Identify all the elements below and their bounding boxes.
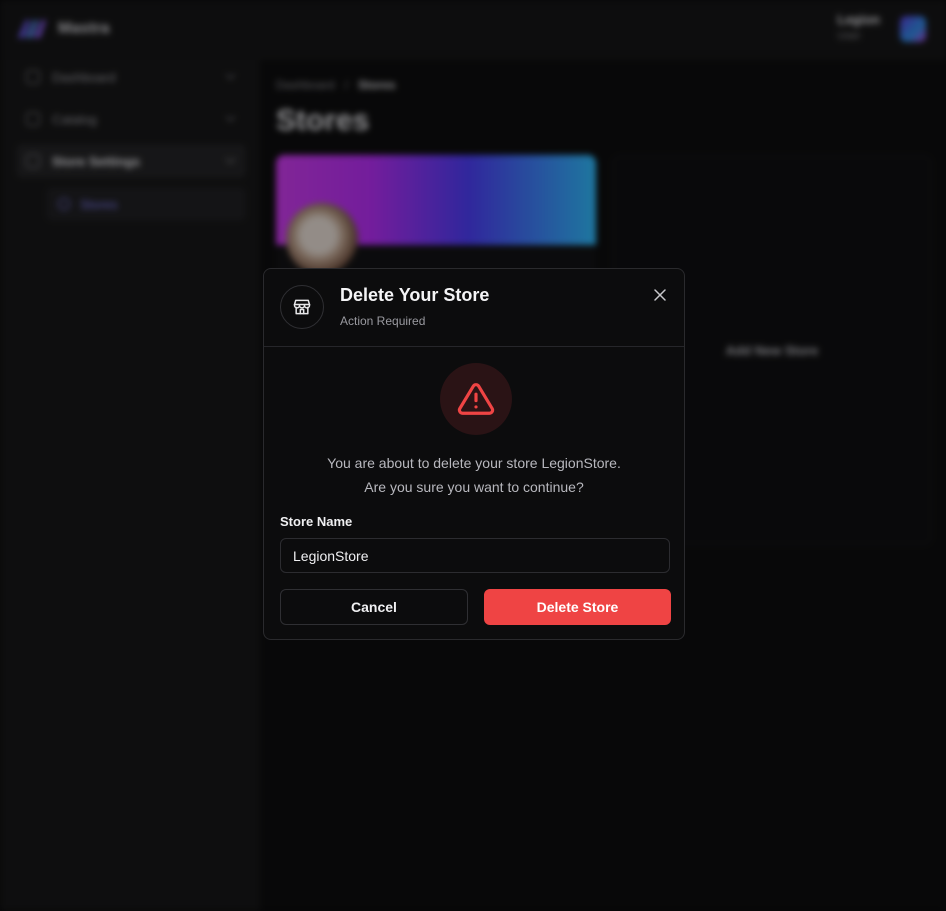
alert-triangle-icon [457,383,495,415]
close-button[interactable] [650,285,670,305]
warning-message-line1: You are about to delete your store Legio… [327,455,621,471]
dialog-title: Delete Your Store [340,285,490,305]
close-icon [654,289,666,301]
dialog-subtitle: Action Required [340,314,426,328]
cancel-button[interactable]: Cancel [280,589,468,625]
dialog-header: Delete Your Store Action Required [264,269,684,347]
store-name-label: Store Name [280,514,353,529]
warning-badge [440,363,512,435]
delete-store-button[interactable]: Delete Store [484,589,671,625]
delete-store-dialog: Delete Your Store Action Required You ar… [263,268,685,640]
store-name-input[interactable] [280,538,670,573]
store-icon [280,285,324,329]
warning-message-line2: Are you sure you want to continue? [364,479,584,495]
